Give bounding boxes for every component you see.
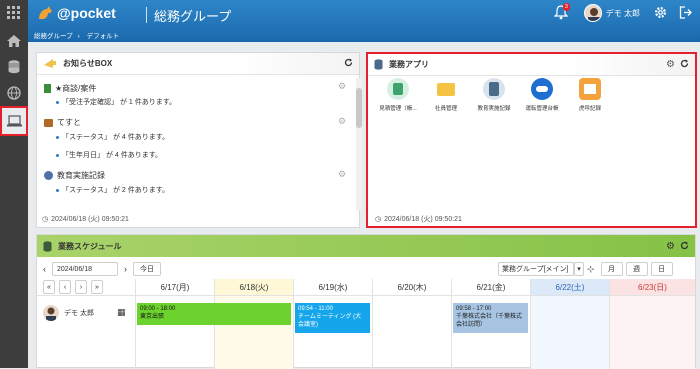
schedule-title: 業務スケジュール <box>58 241 122 251</box>
book-icon <box>44 84 51 93</box>
notice-box-title: お知らせBOX <box>63 59 113 68</box>
gear-icon[interactable]: ⚙ <box>666 59 675 70</box>
app-item[interactable]: 社員管理 <box>422 78 470 112</box>
car-icon <box>531 78 553 100</box>
day-header[interactable]: 6/21(金) <box>451 279 530 296</box>
schedule-event[interactable]: 09:54 - 11:00 チームミーティング (大会議室) <box>295 303 370 333</box>
kangaroo-logo-icon <box>39 6 52 19</box>
header-actions: 3 デモ 太郎 <box>553 3 692 22</box>
settings-gear-icon[interactable] <box>654 6 667 21</box>
app-list: 見積管理（帳... 社員管理 教育実施記録 運転管理台帳 虎呼記録 <box>374 78 614 112</box>
week-nav: « ‹ › » <box>37 279 135 296</box>
notice-section[interactable]: てすと <box>44 117 81 128</box>
refresh-icon[interactable] <box>344 58 353 69</box>
avatar[interactable] <box>583 4 602 22</box>
app-item[interactable]: 教育実施記録 <box>470 78 518 112</box>
notification-bell-icon[interactable]: 3 <box>553 3 570 21</box>
notice-section[interactable]: ★商談/案件 <box>44 83 96 94</box>
notice-section[interactable]: 教育実施記録 <box>44 170 105 181</box>
day-header[interactable]: 6/20(木) <box>372 279 451 296</box>
month-view-button[interactable]: 月 <box>600 262 623 276</box>
chevron-down-icon[interactable]: ▾ <box>574 262 584 276</box>
schedule-toolbar: ‹ 2024/06/18 › 今日 <box>43 262 161 276</box>
week-view-button[interactable]: 週 <box>625 262 648 276</box>
schedule-panel: 業務スケジュール ⚙ ‹ 2024/06/18 › 今日 業務グループ[メイン]… <box>36 234 696 369</box>
scrollbar[interactable] <box>356 78 362 210</box>
laptop-icon[interactable] <box>0 106 28 136</box>
notification-badge: 3 <box>562 3 570 11</box>
day-header[interactable]: 6/17(月) <box>135 279 214 296</box>
gear-icon[interactable]: ⚙ <box>338 81 346 92</box>
day-header-sunday[interactable]: 6/23(日) <box>609 279 695 296</box>
gear-icon[interactable]: ⚙ <box>338 116 346 127</box>
sidebar <box>0 0 28 368</box>
schedule-header: 業務スケジュール ⚙ <box>37 235 695 257</box>
apps-grid-icon[interactable] <box>0 0 28 26</box>
notice-timestamp: ◷ 2024/06/18 (火) 09:50:21 <box>42 216 129 223</box>
first-week-icon[interactable]: « <box>43 280 55 294</box>
badge-icon <box>44 171 53 180</box>
next-week-icon[interactable]: › <box>75 280 87 294</box>
business-apps-header: 業務アプリ ⚙ <box>368 54 695 76</box>
folder-icon <box>435 78 457 100</box>
home-icon[interactable] <box>0 28 28 54</box>
app-header: @pocket 総務グループ 総務グループ › デフォルト 3 デモ 太郎 <box>28 0 700 42</box>
schedule-event[interactable]: 09:58 - 17:00 千葉株式会社（千葉株式会社訪問） <box>453 303 528 333</box>
calendar-icon[interactable]: ▦ <box>117 307 126 318</box>
refresh-icon[interactable] <box>680 59 689 70</box>
app-item[interactable]: 運転管理台帳 <box>518 78 566 112</box>
avatar <box>43 305 59 321</box>
group-name: 総務グループ <box>154 9 232 24</box>
briefcase-icon <box>44 118 53 127</box>
schedule-view-toolbar: 業務グループ[メイン] ▾ ⊹ 月 週 日 <box>498 262 673 276</box>
quote-app-icon <box>387 78 409 100</box>
database-icon <box>374 59 383 70</box>
gear-icon[interactable]: ⚙ <box>338 169 346 180</box>
apps-timestamp: ◷ 2024/06/18 (火) 09:50:21 <box>375 216 462 223</box>
prev-day-icon[interactable]: ‹ <box>43 264 46 274</box>
day-header-saturday[interactable]: 6/22(土) <box>530 279 609 296</box>
today-button[interactable]: 今日 <box>133 262 161 276</box>
clock-icon: ◷ <box>375 216 382 223</box>
database-icon[interactable] <box>0 54 28 80</box>
clock-icon: ◷ <box>42 216 49 223</box>
app-item[interactable]: 見積管理（帳... <box>374 78 422 112</box>
globe-icon[interactable] <box>0 80 28 106</box>
schedule-user[interactable]: デモ 太郎 <box>43 305 94 321</box>
book-open-icon <box>579 78 601 100</box>
day-view-button[interactable]: 日 <box>650 262 673 276</box>
logout-icon[interactable] <box>679 5 692 21</box>
header-divider <box>146 7 147 23</box>
notice-line[interactable]: 「受注予定確認」 が 1 件あります。 <box>56 97 176 107</box>
logo[interactable]: @pocket <box>36 4 116 22</box>
refresh-icon[interactable] <box>680 241 689 252</box>
schedule-event[interactable]: 09:00 - 18:00 東京出張 <box>137 303 291 325</box>
notice-line[interactable]: 「ステータス」 が 4 件あります。 <box>56 132 169 142</box>
business-apps-title: 業務アプリ <box>389 60 429 69</box>
gear-icon[interactable]: ⚙ <box>666 241 675 252</box>
notice-line[interactable]: 「生年月日」 が 4 件あります。 <box>56 150 162 160</box>
user-name[interactable]: デモ 太郎 <box>606 8 640 19</box>
breadcrumb-item[interactable]: デフォルト <box>87 33 120 40</box>
org-chart-icon[interactable]: ⊹ <box>587 264 595 275</box>
next-day-icon[interactable]: › <box>124 264 127 274</box>
database-icon <box>43 240 52 252</box>
day-header[interactable]: 6/19(水) <box>293 279 372 296</box>
day-header-today[interactable]: 6/18(火) <box>214 279 293 296</box>
megaphone-icon <box>44 59 56 68</box>
app-item[interactable]: 虎呼記録 <box>566 78 614 112</box>
logo-text: @pocket <box>57 5 116 21</box>
breadcrumb-item[interactable]: 総務グループ <box>34 33 73 40</box>
date-input[interactable]: 2024/06/18 <box>52 262 118 276</box>
notice-box-header: お知らせBOX <box>37 53 359 75</box>
tablet-icon <box>483 78 505 100</box>
prev-week-icon[interactable]: ‹ <box>59 280 71 294</box>
breadcrumb: 総務グループ › デフォルト <box>34 33 120 40</box>
notice-line[interactable]: 「ステータス」 が 2 件あります。 <box>56 185 169 195</box>
last-week-icon[interactable]: » <box>91 280 103 294</box>
group-select[interactable]: 業務グループ[メイン] <box>498 262 574 276</box>
scrollbar-thumb[interactable] <box>356 88 362 128</box>
